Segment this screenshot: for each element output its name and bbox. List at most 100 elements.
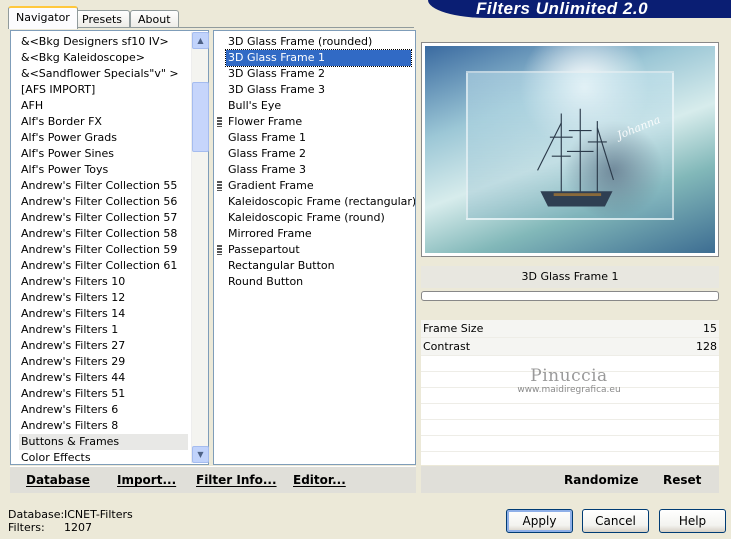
navigator-button-strip: Database Import... Filter Info... Editor…: [10, 466, 416, 493]
filter-item[interactable]: Passepartout: [217, 242, 411, 258]
filter-item[interactable]: Glass Frame 3: [226, 162, 411, 178]
category-item-label: Andrew's Filter Collection 58: [21, 227, 178, 240]
scroll-up-arrow-icon[interactable]: ▲: [192, 32, 209, 49]
category-item[interactable]: Alf's Border FX: [19, 114, 188, 130]
category-item[interactable]: Andrew's Filters 6: [19, 402, 188, 418]
filter-item-label: Glass Frame 1: [228, 131, 307, 144]
category-item[interactable]: &<Sandflower Specials"v" >: [19, 66, 188, 82]
category-item[interactable]: AFH: [19, 98, 188, 114]
submenu-grip-icon: [217, 245, 222, 255]
category-scrollbar[interactable]: ▲ ▼: [191, 32, 209, 463]
category-item-label: &<Sandflower Specials"v" >: [21, 67, 179, 80]
category-item[interactable]: Andrew's Filter Collection 56: [19, 194, 188, 210]
category-item-label: Andrew's Filters 8: [21, 419, 119, 432]
param-contrast[interactable]: Contrast 128: [421, 338, 719, 356]
category-item-label: Alf's Power Grads: [21, 131, 117, 144]
param-empty-slot: [421, 404, 719, 420]
param-empty-slot: [421, 436, 719, 452]
category-item[interactable]: Alf's Power Toys: [19, 162, 188, 178]
filter-item-label: Kaleidoscopic Frame (round): [228, 211, 385, 224]
category-item[interactable]: Alf's Power Sines: [19, 146, 188, 162]
filter-item-label: Gradient Frame: [228, 179, 314, 192]
filter-info-button[interactable]: Filter Info...: [196, 473, 277, 487]
apply-button[interactable]: Apply: [506, 509, 573, 533]
category-item[interactable]: Andrew's Filters 44: [19, 370, 188, 386]
category-item[interactable]: Andrew's Filters 1: [19, 322, 188, 338]
category-list[interactable]: &<Bkg Designers sf10 IV> &<Bkg Kaleidosco…: [10, 30, 209, 465]
filter-item-label: Glass Frame 3: [228, 163, 307, 176]
filter-item[interactable]: Kaleidoscopic Frame (round): [226, 210, 411, 226]
category-item-label: Alf's Power Toys: [21, 163, 109, 176]
filter-item[interactable]: Mirrored Frame: [226, 226, 411, 242]
filter-item-label: 3D Glass Frame 1: [228, 51, 326, 64]
param-label: Contrast: [423, 340, 471, 353]
status-info: Database:ICNET-Filters Filters: 1207: [8, 508, 133, 534]
category-item[interactable]: Alf's Power Grads: [19, 130, 188, 146]
category-item[interactable]: Andrew's Filters 27: [19, 338, 188, 354]
param-empty-slot: [421, 420, 719, 436]
filter-item[interactable]: 3D Glass Frame (rounded): [226, 34, 411, 50]
preview-image: Johanna: [421, 42, 719, 257]
filter-item[interactable]: Round Button: [226, 274, 411, 290]
randomize-button[interactable]: Randomize: [564, 473, 638, 487]
cancel-button[interactable]: Cancel: [582, 509, 649, 533]
tab-about[interactable]: About: [130, 10, 179, 28]
category-item[interactable]: Andrew's Filters 29: [19, 354, 188, 370]
filter-list[interactable]: 3D Glass Frame (rounded) 3D Glass Frame 1…: [213, 30, 416, 465]
category-item[interactable]: Buttons & Frames: [19, 434, 188, 450]
filter-item[interactable]: 3D Glass Frame 1: [225, 49, 412, 67]
category-item[interactable]: Andrew's Filters 51: [19, 386, 188, 402]
scroll-thumb[interactable]: [192, 82, 209, 152]
filter-item-label: Passepartout: [228, 243, 300, 256]
category-item[interactable]: Andrew's Filter Collection 58: [19, 226, 188, 242]
editor-button[interactable]: Editor...: [293, 473, 346, 487]
import-button[interactable]: Import...: [117, 473, 176, 487]
category-item[interactable]: Andrew's Filters 8: [19, 418, 188, 434]
category-item[interactable]: Andrew's Filter Collection 57: [19, 210, 188, 226]
category-item[interactable]: [AFS IMPORT]: [19, 82, 188, 98]
category-item-label: Andrew's Filters 6: [21, 403, 119, 416]
selected-filter-name: 3D Glass Frame 1: [421, 266, 719, 288]
app-banner-title: Filters Unlimited 2.0: [428, 0, 731, 18]
database-button[interactable]: Database: [26, 473, 90, 487]
filter-item[interactable]: Rectangular Button: [226, 258, 411, 274]
category-item[interactable]: Andrew's Filter Collection 59: [19, 242, 188, 258]
filter-item[interactable]: Kaleidoscopic Frame (rectangular): [226, 194, 415, 210]
category-item[interactable]: Andrew's Filters 12: [19, 290, 188, 306]
category-item-label: &<Bkg Kaleidoscope>: [21, 51, 146, 64]
category-item[interactable]: &<Bkg Designers sf10 IV>: [19, 34, 188, 50]
filter-item-label: 3D Glass Frame 2: [228, 67, 326, 80]
help-button[interactable]: Help: [659, 509, 726, 533]
category-item[interactable]: Andrew's Filters 10: [19, 274, 188, 290]
filter-item[interactable]: 3D Glass Frame 3: [226, 82, 411, 98]
filter-item[interactable]: Gradient Frame: [217, 178, 411, 194]
filter-item-label: Kaleidoscopic Frame (rectangular): [228, 195, 416, 208]
category-item-label: Color Effects: [21, 451, 91, 464]
category-item-label: Andrew's Filter Collection 56: [21, 195, 178, 208]
param-empty-slot: [421, 388, 719, 404]
category-item[interactable]: &<Bkg Kaleidoscope>: [19, 50, 188, 66]
category-item[interactable]: Andrew's Filter Collection 61: [19, 258, 188, 274]
filter-item[interactable]: Flower Frame: [217, 114, 411, 130]
category-item[interactable]: Color Effects: [19, 450, 188, 464]
category-item-label: AFH: [21, 99, 44, 112]
category-item[interactable]: Andrew's Filter Collection 55: [19, 178, 188, 194]
tab-navigator[interactable]: Navigator: [8, 6, 78, 29]
reset-button[interactable]: Reset: [663, 473, 701, 487]
filter-item[interactable]: 3D Glass Frame 2: [226, 66, 411, 82]
param-value: 15: [703, 322, 717, 335]
status-database-label: Database:: [8, 508, 65, 521]
category-item-label: [AFS IMPORT]: [21, 83, 96, 96]
submenu-grip-icon: [217, 117, 222, 127]
tab-presets[interactable]: Presets: [74, 10, 131, 28]
filter-item[interactable]: Bull's Eye: [226, 98, 411, 114]
category-item-label: Andrew's Filter Collection 57: [21, 211, 178, 224]
category-item[interactable]: Andrew's Filters 14: [19, 306, 188, 322]
preview-artwork: Johanna: [425, 46, 715, 253]
param-empty-slot: [421, 356, 719, 372]
filter-item[interactable]: Glass Frame 1: [226, 130, 411, 146]
param-frame-size[interactable]: Frame Size 15: [421, 320, 719, 338]
filter-item[interactable]: Glass Frame 2: [226, 146, 411, 162]
status-database-value: ICNET-Filters: [64, 508, 133, 521]
scroll-down-arrow-icon[interactable]: ▼: [192, 446, 209, 463]
